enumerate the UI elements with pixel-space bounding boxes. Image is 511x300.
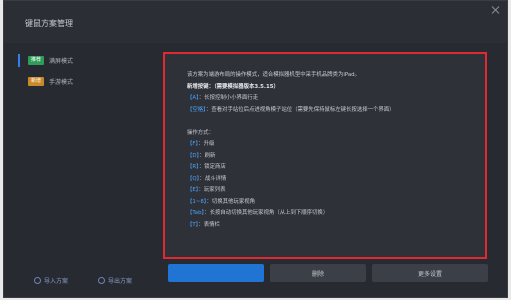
inactive-indicator xyxy=(18,75,20,88)
description-line: 【F】：升级 xyxy=(187,141,215,147)
import-label: 导入方案 xyxy=(44,278,69,285)
active-indicator xyxy=(18,54,20,67)
import-icon xyxy=(34,277,41,284)
description-text: 该方案为端游布局的操作模式，适合模拟器机型中采手机品牌类为iPad。 新增按键：（… xyxy=(187,70,473,231)
sidebar-item-mobile-mode[interactable]: 新增 手游模式 xyxy=(18,74,148,89)
scheme-description-panel: 该方案为端游布局的操作模式，适合模拟器机型中采手机品牌类为iPad。 新增按键：（… xyxy=(163,52,487,259)
export-label: 导出方案 xyxy=(108,278,133,285)
description-line: 该方案为端游布局的操作模式，适合模拟器机型中采手机品牌类为iPad。 xyxy=(187,72,360,78)
recommend-badge: 推荐 xyxy=(28,56,45,65)
description-line: 操作方式： xyxy=(187,129,214,136)
description-line: 【T】：表情栏 xyxy=(187,221,220,228)
sidebar-item-label: 手游模式 xyxy=(49,79,74,86)
description-line xyxy=(187,116,473,128)
window-title: 键鼠方案管理 xyxy=(25,19,73,28)
description-line: 【A】：长按控制小小界面行走 xyxy=(187,95,259,101)
import-button[interactable]: 导入方案 xyxy=(34,276,68,285)
sidebar-item-fullscreen-mode[interactable]: 推荐 满屏模式 xyxy=(18,53,148,68)
description-line: 【D】：刷新 xyxy=(187,152,216,159)
export-icon xyxy=(98,277,105,284)
description-line: 新增按键：（需要模拟器版本3.5.15） xyxy=(187,83,279,90)
sidebar-item-label: 满屏模式 xyxy=(49,58,74,65)
description-line: 【Tab】：长按自动切换其他玩家视角（从上到下顺序切换） xyxy=(187,210,329,216)
mode-sidebar: 推荐 满屏模式 新增 手游模式 xyxy=(18,50,150,296)
close-icon[interactable] xyxy=(491,5,501,15)
description-line: 【1~8】：切换其他玩家视角 xyxy=(187,198,255,205)
description-line: 【R】：锁定商店 xyxy=(187,164,226,170)
description-line: 【Q】：战斗详情 xyxy=(187,175,227,182)
description-line: 【空格】：查看对手站位后点进视角模子站位（需要先保持鼠标左键长按选择一个界面） xyxy=(187,106,395,113)
more-settings-button[interactable]: 更多设置 xyxy=(372,264,488,282)
description-line: 【E】：玩家列表 xyxy=(187,187,226,193)
export-button[interactable]: 导出方案 xyxy=(98,276,132,285)
new-badge: 新增 xyxy=(28,77,45,86)
apply-button[interactable] xyxy=(168,264,264,282)
title-bar: 键鼠方案管理 xyxy=(4,1,507,43)
delete-button[interactable]: 删除 xyxy=(270,264,366,282)
